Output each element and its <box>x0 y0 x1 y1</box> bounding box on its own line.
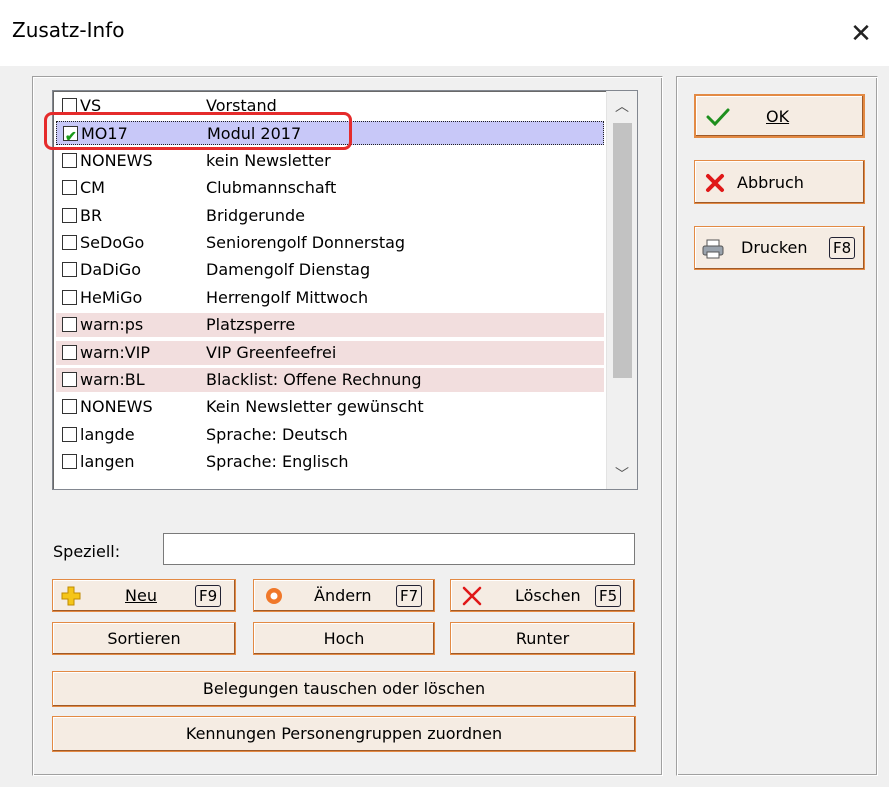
plus-icon <box>61 586 81 606</box>
sortieren-button[interactable]: Sortieren <box>52 622 236 655</box>
list-item[interactable]: warn:ps Platzsperre <box>56 313 604 338</box>
belegungen-label: Belegungen tauschen oder löschen <box>202 679 486 698</box>
list-item[interactable]: SeDoGo Seniorengolf Donnerstag <box>56 231 604 255</box>
item-code: HeMiGo <box>80 287 143 307</box>
loeschen-label: Löschen <box>515 586 581 605</box>
item-description: kein Newsletter <box>206 150 331 170</box>
kennungen-button[interactable]: Kennungen Personengruppen zuordnen <box>52 716 636 752</box>
item-checkbox[interactable] <box>62 426 77 442</box>
list-item[interactable]: NONEWS kein Newsletter <box>56 149 604 173</box>
check-icon <box>706 108 730 126</box>
item-description: Clubmannschaft <box>206 178 337 198</box>
title-bar: Zusatz-Info ✕ <box>0 0 889 66</box>
close-icon: ✕ <box>850 18 872 48</box>
speziell-input[interactable] <box>163 533 635 565</box>
hoch-button[interactable]: Hoch <box>253 622 435 655</box>
item-code: langen <box>80 452 135 472</box>
aendern-button[interactable]: Ändern F7 <box>253 579 435 612</box>
printer-icon <box>702 239 724 259</box>
item-checkbox[interactable] <box>62 289 77 305</box>
item-description: Kein Newsletter gewünscht <box>206 397 424 417</box>
item-checkbox[interactable] <box>62 180 77 196</box>
list-item[interactable]: BR Bridgerunde <box>56 204 604 228</box>
item-code: langde <box>80 424 135 444</box>
drucken-label: Drucken <box>741 238 808 257</box>
item-description: Damengolf Dienstag <box>206 260 371 280</box>
abbruch-label: Abbruch <box>737 173 804 192</box>
aendern-label: Ändern <box>314 586 372 605</box>
hoch-label: Hoch <box>323 629 365 648</box>
list-item[interactable]: warn:BL Blacklist: Offene Rechnung <box>56 368 604 392</box>
item-code: BR <box>80 205 103 225</box>
drucken-fkey: F8 <box>829 237 856 259</box>
item-code: warn:ps <box>80 315 144 335</box>
vertical-scrollbar[interactable]: ︿ ﹀ <box>606 91 637 489</box>
list-item[interactable]: langde Sprache: Deutsch <box>56 423 604 447</box>
item-checkbox[interactable] <box>62 372 77 387</box>
neu-button[interactable]: Neu F9 <box>52 579 236 612</box>
aendern-fkey: F7 <box>396 585 423 607</box>
loeschen-fkey: F5 <box>595 585 622 607</box>
scroll-down-icon[interactable]: ﹀ <box>607 459 637 489</box>
list-item[interactable]: CM Clubmannschaft <box>56 176 604 200</box>
item-description: VIP Greenfeefrei <box>206 342 337 362</box>
item-description: Platzsperre <box>206 315 296 335</box>
item-code: NONEWS <box>80 397 153 417</box>
close-button[interactable]: ✕ <box>833 0 889 66</box>
list-item[interactable]: HeMiGo Herrengolf Mittwoch <box>56 286 604 310</box>
scroll-up-icon[interactable]: ︿ <box>607 91 637 121</box>
item-code: DaDiGo <box>80 260 142 280</box>
annotation-highlight-ring <box>44 112 352 150</box>
item-code: warn:VIP <box>80 342 151 362</box>
item-code: SeDoGo <box>80 233 145 252</box>
loeschen-button[interactable]: Löschen F5 <box>450 579 635 612</box>
item-description: Herrengolf Mittwoch <box>206 287 369 307</box>
neu-label: Neu <box>125 586 157 605</box>
kennungen-label: Kennungen Personengruppen zuordnen <box>185 724 503 743</box>
neu-fkey: F9 <box>195 585 222 607</box>
item-checkbox[interactable] <box>62 399 77 415</box>
list-item[interactable]: warn:VIP VIP Greenfeefrei <box>56 340 604 365</box>
item-checkbox[interactable] <box>62 207 77 223</box>
edit-circle-icon <box>266 588 282 604</box>
scroll-thumb[interactable] <box>613 123 632 378</box>
item-code: NONEWS <box>80 150 153 170</box>
speziell-label: Speziell: <box>53 542 121 561</box>
item-checkbox[interactable] <box>62 317 77 333</box>
item-description: Sprache: Deutsch <box>206 424 348 444</box>
item-code: warn:BL <box>80 370 145 389</box>
cross-icon <box>706 174 724 192</box>
item-description: Blacklist: Offene Rechnung <box>206 370 422 389</box>
list-item[interactable]: DaDiGo Damengolf Dienstag <box>56 258 604 282</box>
item-checkbox[interactable] <box>62 454 77 470</box>
item-checkbox[interactable] <box>62 152 77 168</box>
ok-label: OK <box>766 107 790 126</box>
item-code: CM <box>80 178 105 198</box>
item-description: Sprache: Englisch <box>206 452 349 472</box>
runter-button[interactable]: Runter <box>450 622 635 655</box>
sortieren-label: Sortieren <box>107 629 181 648</box>
belegungen-button[interactable]: Belegungen tauschen oder löschen <box>52 671 636 707</box>
item-description: Bridgerunde <box>206 205 306 225</box>
item-checkbox[interactable] <box>62 344 77 360</box>
item-checkbox[interactable] <box>62 235 77 250</box>
item-description: Seniorengolf Donnerstag <box>206 233 406 252</box>
drucken-button[interactable]: Drucken F8 <box>694 226 865 270</box>
abbruch-button[interactable]: Abbruch <box>694 160 865 204</box>
delete-x-icon <box>462 586 482 606</box>
item-checkbox[interactable] <box>62 262 77 278</box>
list-item[interactable]: NONEWS Kein Newsletter gewünscht <box>56 395 604 419</box>
item-checkbox[interactable] <box>62 98 77 113</box>
window-title: Zusatz-Info <box>12 18 125 42</box>
runter-label: Runter <box>515 629 570 648</box>
info-listbox[interactable]: VS Vorstand ✔ MO17 Modul 2017 NONEWS kein News… <box>52 90 638 490</box>
ok-button[interactable]: OK <box>694 94 865 138</box>
list-item[interactable]: langen Sprache: Englisch <box>56 450 604 474</box>
